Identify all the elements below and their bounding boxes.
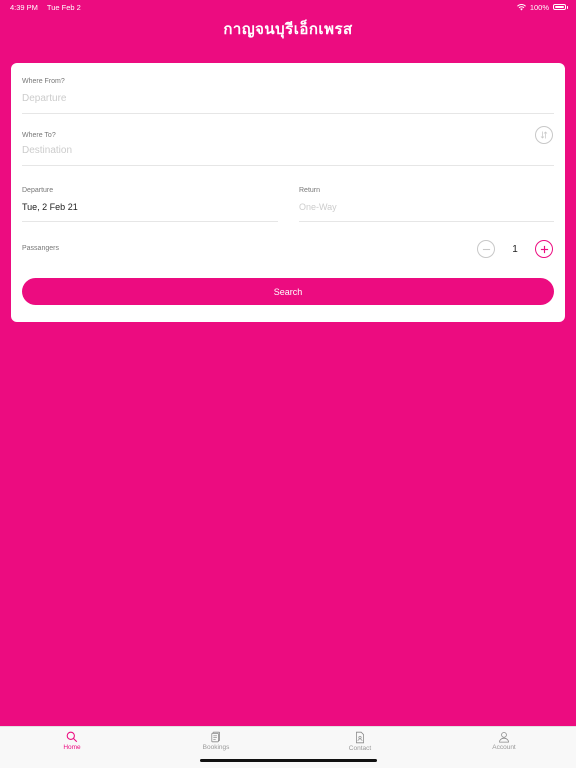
return-date[interactable]: One-Way [299,202,337,212]
minus-icon [482,248,490,250]
return-underline [299,221,554,222]
passengers-field: Passangers [22,245,59,252]
from-underline [22,113,554,114]
departure-date[interactable]: Tue, 2 Feb 21 [22,202,78,212]
to-input[interactable]: Destination [22,145,72,156]
departure-underline [22,221,278,222]
status-time: 4:39 PM [10,2,38,12]
from-field[interactable]: Where From? Departure [22,78,66,104]
tab-account-label: Account [492,744,516,751]
decrement-button[interactable] [477,240,495,258]
tab-account[interactable]: Account [432,727,576,768]
passengers-label: Passangers [22,245,59,252]
from-label: Where From? [22,78,65,85]
status-left: 4:39 PM Tue Feb 2 [10,3,88,12]
to-label: Where To? [22,132,56,139]
to-field[interactable]: Where To? Destination [22,132,72,156]
tab-home-label: Home [63,744,81,751]
from-input[interactable]: Departure [22,93,66,104]
plus-icon [540,245,548,253]
bookings-icon [211,731,220,743]
status-right: 100% [516,2,568,12]
swap-arrows-icon [540,131,548,139]
swap-button[interactable] [535,126,553,144]
departure-field[interactable]: Departure Tue, 2 Feb 21 [22,187,78,212]
increment-button[interactable] [535,240,553,258]
return-field[interactable]: Return One-Way [299,187,337,212]
status-bar: 4:39 PM Tue Feb 2 100% [0,0,576,14]
booking-form-card: Where From? Departure Where To? Destinat… [11,63,565,322]
passenger-count: 1 [512,244,518,255]
battery-icon [553,4,568,10]
tab-contact-label: Contact [348,745,372,752]
contact-icon [356,731,364,744]
account-icon [499,732,509,743]
page-title: กาญจนบุรีเอ็กเพรส [223,21,353,38]
home-indicator [200,759,377,762]
to-underline [22,165,554,166]
status-date: Tue Feb 2 [46,2,81,12]
wifi-icon [516,3,526,10]
return-label: Return [299,187,321,194]
search-icon [66,731,78,743]
search-button[interactable]: Search [22,278,554,305]
search-button-label: Search [273,286,303,297]
app-header: กาญจนบุรีเอ็กเพรส [0,14,576,44]
tab-home[interactable]: Home [0,727,144,768]
departure-label: Departure [22,187,54,194]
battery-percent: 100% [529,2,549,12]
tab-bookings-label: Bookings [202,744,230,751]
